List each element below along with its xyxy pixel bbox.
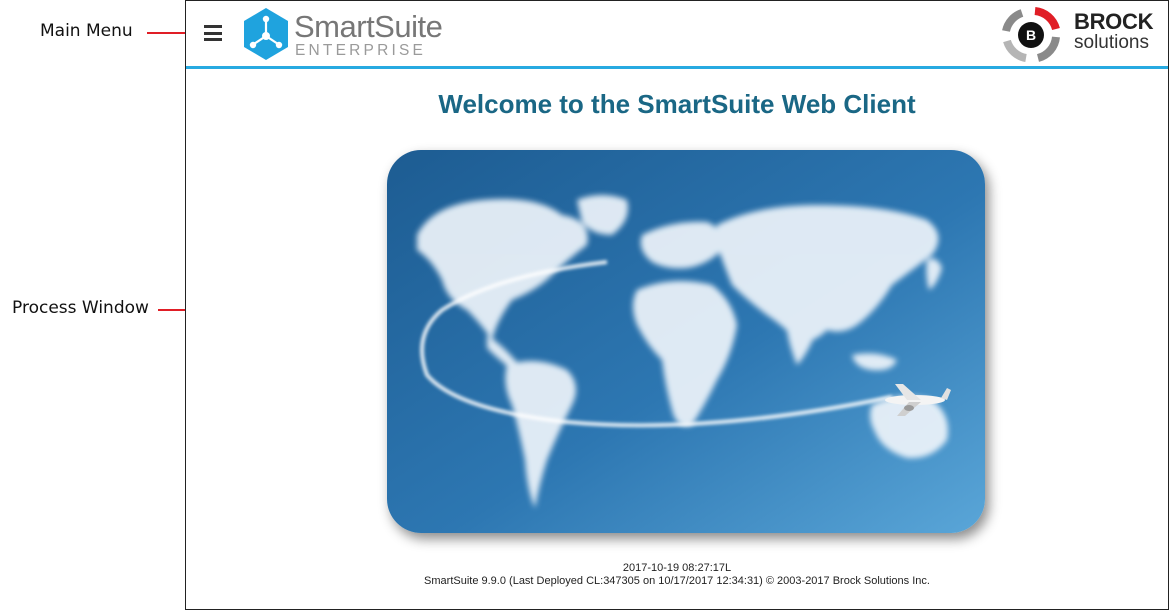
app-name: SmartSuite bbox=[294, 9, 443, 44]
page-title: Welcome to the SmartSuite Web Client bbox=[438, 89, 916, 119]
brock-solutions-logo: B BROCK solutions bbox=[998, 5, 1158, 62]
brock-suffix: solutions bbox=[1074, 32, 1149, 53]
app-header: SmartSuite ENTERPRISE B BROCK solutions bbox=[186, 1, 1168, 69]
smartsuite-logo: SmartSuite ENTERPRISE bbox=[242, 7, 452, 63]
app-window: SmartSuite ENTERPRISE B BROCK solutions … bbox=[185, 0, 1169, 610]
brock-initial: B bbox=[1026, 27, 1036, 43]
hexagon-network-icon bbox=[244, 8, 288, 60]
main-menu-callout: Main Menu bbox=[40, 21, 133, 41]
world-map-clouds-airplane-image bbox=[387, 150, 985, 533]
footer-version-info: SmartSuite 9.9.0 (Last Deployed CL:34730… bbox=[424, 575, 930, 587]
footer: 2017-10-19 08:27:17L SmartSuite 9.9.0 (L… bbox=[186, 562, 1168, 588]
process-window-callout: Process Window bbox=[12, 298, 149, 318]
app-edition: ENTERPRISE bbox=[295, 42, 427, 59]
footer-timestamp: 2017-10-19 08:27:17L bbox=[622, 562, 732, 574]
hamburger-menu-icon[interactable] bbox=[204, 25, 222, 41]
brock-circle-icon: B bbox=[1002, 7, 1060, 62]
